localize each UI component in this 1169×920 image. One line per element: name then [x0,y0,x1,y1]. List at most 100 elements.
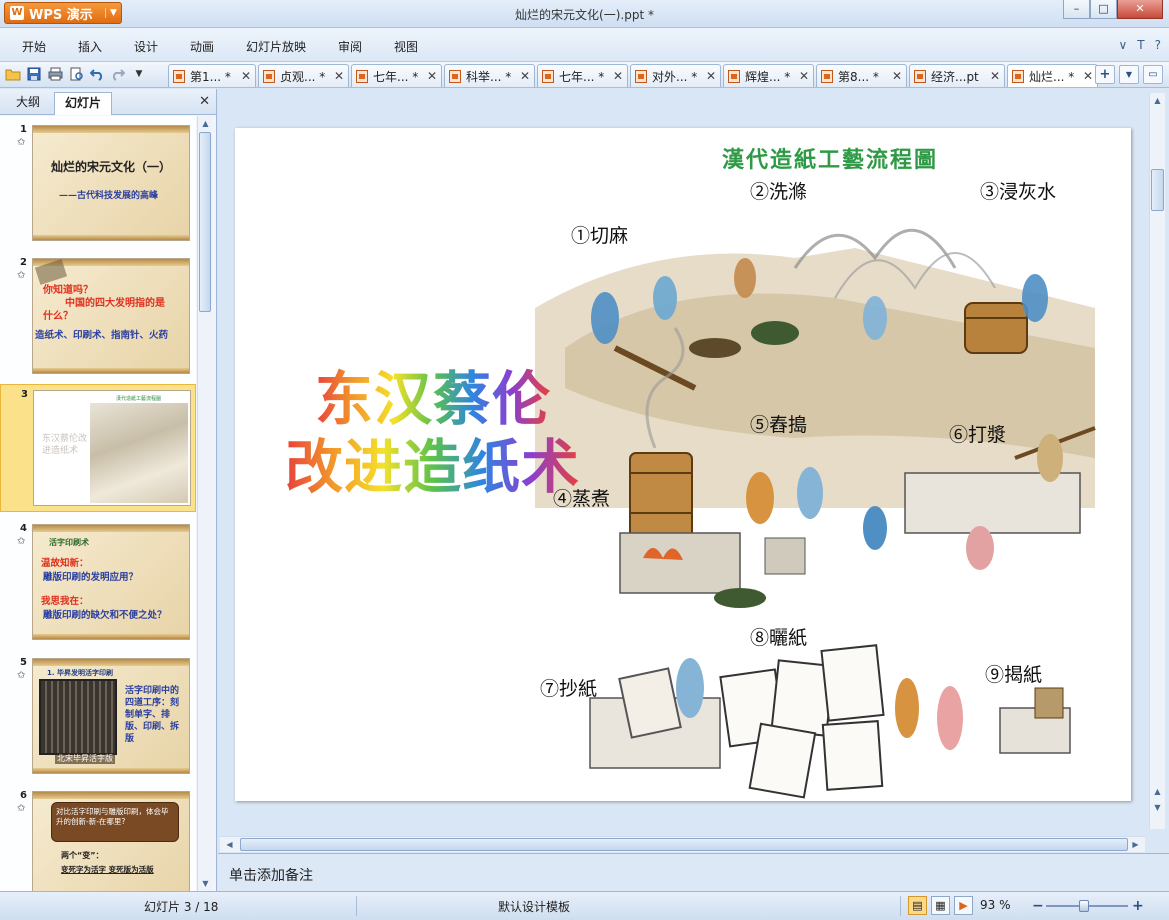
menu-design[interactable]: 设计 [134,38,158,55]
app-menu-button[interactable]: W WPS 演示 ▼ [4,2,122,24]
close-button[interactable]: ✕ [1117,0,1163,19]
scrollbar-thumb[interactable] [1151,169,1164,211]
scroll-right-icon[interactable]: ▶ [1128,837,1143,852]
notes-pane[interactable]: 单击添加备注 [218,853,1169,891]
close-icon[interactable]: ✕ [199,94,210,109]
animation-star-icon: ✩ [17,670,26,681]
doc-tab[interactable]: 辉煌... * ✕ [723,64,814,87]
slide-thumbnail[interactable]: 漢代造紙工藝流程圖 东汉蔡伦改进造纸术 [33,390,191,506]
slide-thumb-row[interactable]: 2 ✩ 你知道吗？ 中国的四大发明指的是 什么？ 造纸术、印刷术、指南针、火药 [0,253,196,381]
menu-insert[interactable]: 插入 [78,38,102,55]
close-tab-icon[interactable]: ✕ [1083,69,1093,83]
skin-icon[interactable]: T [1137,38,1144,52]
close-tab-icon[interactable]: ✕ [520,69,530,83]
zoom-knob[interactable] [1078,900,1089,912]
slide-thumb-row[interactable]: 1 ✩ 灿烂的宋元文化（一） ——古代科技发展的高峰 [0,120,196,248]
doc-tab[interactable]: 贞观... * ✕ [258,64,349,87]
slide-thumbnail[interactable]: 你知道吗？ 中国的四大发明指的是 什么？ 造纸术、印刷术、指南针、火药 [32,258,190,374]
movable-type-image [39,679,117,755]
notes-placeholder[interactable]: 单击添加备注 [229,865,313,885]
slide-canvas[interactable]: 漢代造紙工藝流程圖 ①切麻 ②洗滌 ③浸灰水 ④蒸煮 ⑤舂搗 ⑥打漿 ⑦抄紙 ⑧… [235,128,1131,801]
customize-toolbar-icon[interactable]: ▼ [130,65,148,83]
ppt-file-icon [356,69,368,83]
normal-view-icon[interactable]: ▤ [908,896,927,915]
slide-thumb-row[interactable]: 4 ✩ 活字印刷术 温故知新： 雕版印刷的发明应用？ 我思我在： 雕版印刷的缺欠… [0,519,196,647]
doc-tab[interactable]: 经济...pt ✕ [909,64,1005,87]
menu-view[interactable]: 视图 [394,38,418,55]
tab-list-button[interactable]: ▼ [1119,65,1139,84]
slideshow-play-icon[interactable]: ▶ [954,896,973,915]
scrollbar-thumb[interactable] [199,132,211,312]
restore-layout-button[interactable]: ▭ [1143,65,1163,84]
slide-thumb-row-selected[interactable]: 3 漢代造紙工藝流程圖 东汉蔡伦改进造纸术 [0,384,196,512]
maximize-button[interactable]: □ [1090,0,1117,19]
doc-tab[interactable]: 第8... * ✕ [816,64,907,87]
close-tab-icon[interactable]: ✕ [334,69,344,83]
ppt-file-icon [1012,69,1024,83]
close-tab-icon[interactable]: ✕ [892,69,902,83]
ribbon-collapse-icon[interactable]: ∨ [1118,38,1127,52]
step-label: ⑧曬紙 [750,627,808,649]
ppt-file-icon [449,69,461,83]
close-tab-icon[interactable]: ✕ [241,69,251,83]
close-tab-icon[interactable]: ✕ [427,69,437,83]
menu-home[interactable]: 开始 [22,38,46,55]
slide-thumb-row[interactable]: 6 ✩ 对比活字印刷与雕版印刷，体会毕升的创新-新-在哪里? 两个“变”： 变死… [0,786,196,891]
redo-icon[interactable] [109,65,127,83]
print-preview-icon[interactable] [67,65,85,83]
save-icon[interactable] [25,65,43,83]
step-label: ②洗滌 [750,181,808,203]
menu-slideshow[interactable]: 幻灯片放映 [246,38,306,55]
scrollbar-thumb[interactable] [240,838,1128,851]
zoom-in-icon[interactable]: + [1132,898,1144,914]
tab-outline[interactable]: 大纲 [6,92,50,115]
new-tab-button[interactable]: + [1095,65,1115,84]
scroll-left-icon[interactable]: ◀ [222,837,237,852]
thumbnail-scrollbar[interactable]: ▲ ▼ [197,116,212,891]
doc-tab-active[interactable]: 灿烂... * ✕ [1007,64,1098,87]
animation-star-icon: ✩ [17,137,26,148]
thumb-illustration [90,403,188,503]
slide-sorter-icon[interactable]: ▦ [931,896,950,915]
slide-thumbnail[interactable]: 1. 毕昇发明活字印刷 活字印刷中的四道工序：刻制单字、排版、印刷、拆版 北宋毕… [32,658,190,774]
next-slide-icon[interactable]: ▼ [1150,800,1165,815]
slide-editor: 漢代造紙工藝流程圖 ①切麻 ②洗滌 ③浸灰水 ④蒸煮 ⑤舂搗 ⑥打漿 ⑦抄紙 ⑧… [218,89,1169,852]
doc-tab[interactable]: 七年... * ✕ [351,64,442,87]
slide-counter: 幻灯片 3 / 18 [144,900,219,914]
zoom-slider[interactable]: − + [1032,898,1144,914]
slide-thumbnail[interactable]: 对比活字印刷与雕版印刷，体会毕升的创新-新-在哪里? 两个“变”： 变死字为活字… [32,791,190,891]
scroll-up-icon[interactable]: ▲ [198,116,213,131]
menu-review[interactable]: 审阅 [338,38,362,55]
close-tab-icon[interactable]: ✕ [990,69,1000,83]
template-name: 默认设计模板 [498,900,571,914]
slide-thumbnail[interactable]: 灿烂的宋元文化（一） ——古代科技发展的高峰 [32,125,190,241]
minimize-button[interactable]: – [1063,0,1090,19]
zoom-out-icon[interactable]: − [1032,898,1044,914]
slide-thumbnail[interactable]: 活字印刷术 温故知新： 雕版印刷的发明应用？ 我思我在： 雕版印刷的缺欠和不便之… [32,524,190,640]
undo-icon[interactable] [88,65,106,83]
wordart-line-2[interactable]: 改进造纸术 [285,420,580,504]
print-icon[interactable] [46,65,64,83]
editor-vertical-scrollbar[interactable]: ▲ ▲ ▼ [1149,93,1165,829]
doc-tab[interactable]: 第1... * ✕ [168,64,256,87]
divider [900,896,901,916]
slide-thumb-row[interactable]: 5 ✩ 1. 毕昇发明活字印刷 活字印刷中的四道工序：刻制单字、排版、印刷、拆版… [0,653,196,781]
scroll-up-icon[interactable]: ▲ [1150,93,1165,108]
previous-slide-icon[interactable]: ▲ [1150,784,1165,799]
menu-animation[interactable]: 动画 [190,38,214,55]
open-folder-icon[interactable] [4,65,22,83]
close-tab-icon[interactable]: ✕ [799,69,809,83]
doc-tab[interactable]: 七年... * ✕ [537,64,628,87]
editor-horizontal-scrollbar[interactable]: ◀ ▶ [220,836,1145,852]
ppt-file-icon [728,69,740,83]
tab-slides[interactable]: 幻灯片 [54,92,113,115]
doc-tab[interactable]: 对外... * ✕ [630,64,721,87]
doc-tab[interactable]: 科举... * ✕ [444,64,535,87]
close-tab-icon[interactable]: ✕ [613,69,623,83]
step-label: ③浸灰水 [980,181,1057,203]
scroll-down-icon[interactable]: ▼ [198,876,213,891]
zoom-level[interactable]: 93 % [980,898,1011,912]
close-tab-icon[interactable]: ✕ [706,69,716,83]
help-icon[interactable]: ? [1155,38,1161,52]
diagram-title: 漢代造紙工藝流程圖 [722,147,939,173]
